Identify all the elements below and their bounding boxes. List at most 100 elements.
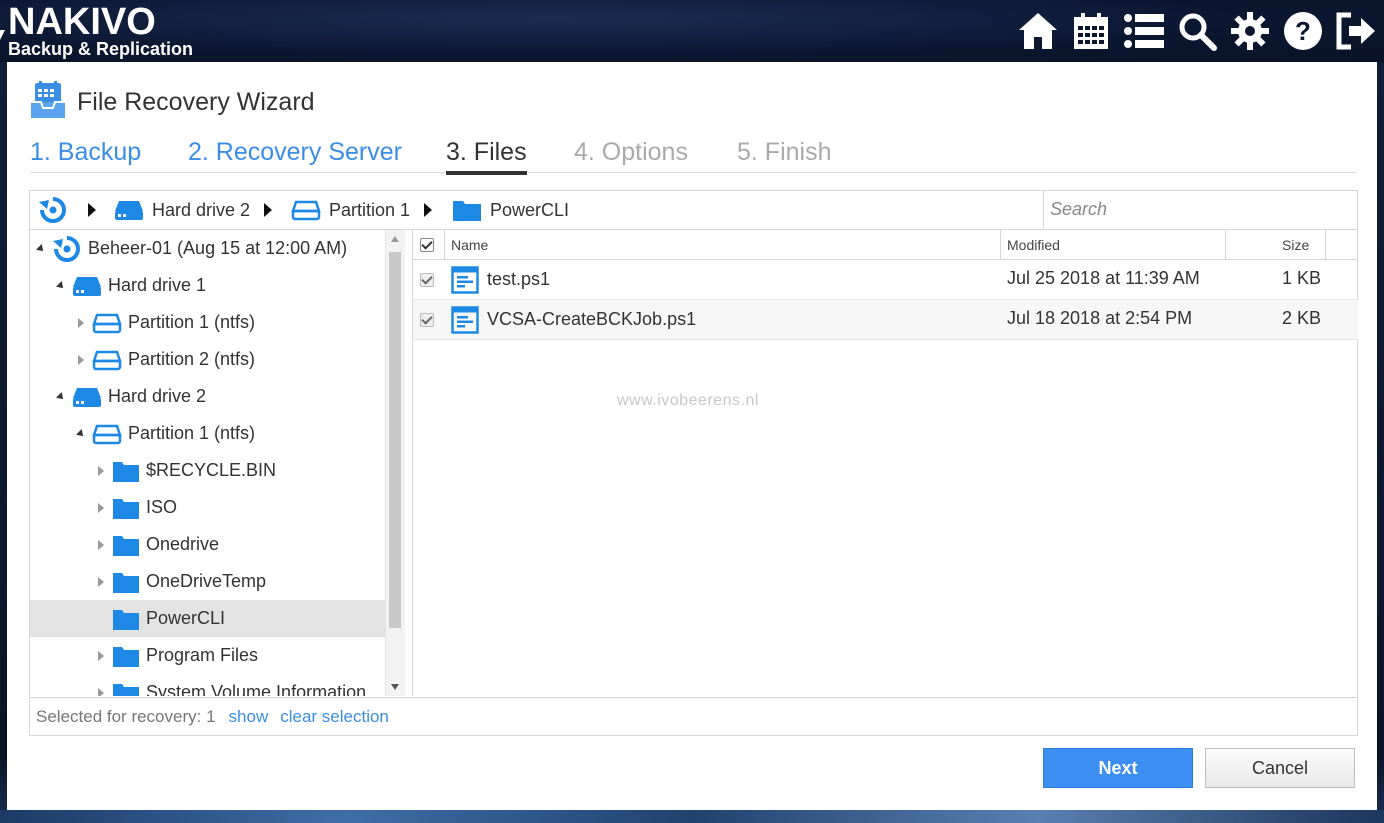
tree-node[interactable]: System Volume Information (30, 674, 385, 696)
expand-arrow-icon[interactable] (76, 354, 86, 365)
tree-node[interactable]: OneDriveTemp (30, 563, 385, 600)
collapse-arrow-icon[interactable] (56, 280, 66, 291)
scroll-thumb[interactable] (389, 252, 401, 628)
file-name: VCSA-CreateBCKJob.ps1 (487, 309, 697, 329)
clear-selection-link[interactable]: clear selection (280, 707, 389, 727)
top-bar: NAKIVO Backup & Replication ? (0, 0, 1384, 62)
tree-node[interactable]: Partition 2 (ntfs) (30, 341, 385, 378)
file-recovery-dialog: File Recovery Wizard 1. Backup 2. Recove… (7, 62, 1377, 810)
nakivo-logo: NAKIVO Backup & Replication (8, 1, 194, 59)
expand-arrow-icon[interactable] (96, 687, 106, 696)
collapse-arrow-icon[interactable] (56, 391, 66, 402)
collapse-arrow-icon[interactable] (76, 428, 86, 439)
file-row[interactable]: test.ps1 Jul 25 2018 at 11:39 AM 1 KB (413, 260, 1358, 300)
column-name[interactable]: Name (451, 230, 488, 259)
column-size[interactable]: Size (1282, 230, 1309, 259)
scroll-down-icon[interactable] (391, 684, 399, 690)
file-row[interactable]: VCSA-CreateBCKJob.ps1 Jul 18 2018 at 2:54… (413, 300, 1358, 340)
drive-icon (72, 274, 102, 298)
drive-icon (72, 385, 102, 409)
show-selection-link[interactable]: show (229, 707, 269, 727)
tree-node[interactable]: Partition 1 (ntfs) (30, 415, 385, 452)
wizard-header: File Recovery Wizard (29, 80, 315, 125)
breadcrumb-folder[interactable]: PowerCLI (452, 191, 569, 229)
refresh-icon[interactable] (38, 191, 68, 229)
search-icon[interactable] (1174, 8, 1219, 53)
breadcrumb-label: Partition 1 (329, 199, 411, 220)
folder-icon (112, 459, 140, 483)
file-browser: Hard drive 2 Partition 1 PowerCLI Beheer… (29, 190, 1358, 736)
breadcrumb-separator-icon (264, 203, 272, 217)
tree-node[interactable]: Program Files (30, 637, 385, 674)
breadcrumb-partition[interactable]: Partition 1 (291, 191, 410, 229)
folder-icon (453, 201, 481, 221)
file-list: Name Modified Size test.ps1 Jul 25 2018 a… (412, 230, 1358, 696)
breadcrumb-label: PowerCLI (490, 199, 570, 220)
expand-arrow-icon[interactable] (76, 317, 86, 328)
tree-node-label: Partition 1 (ntfs) (128, 312, 256, 332)
file-name: test.ps1 (487, 269, 551, 289)
folder-icon (112, 570, 140, 594)
tree-node[interactable]: Hard drive 2 (30, 378, 385, 415)
folder-icon (112, 681, 140, 696)
selection-footer: Selected for recovery: 1 show clear sele… (30, 697, 1357, 736)
svg-text:?: ? (1295, 16, 1311, 46)
scroll-up-icon[interactable] (391, 236, 399, 242)
tree-node-label: $RECYCLE.BIN (146, 460, 277, 480)
background-strip (0, 810, 1384, 823)
gear-icon[interactable] (1227, 8, 1272, 53)
tree-node-label: Hard drive 2 (108, 386, 207, 406)
expand-arrow-icon[interactable] (96, 539, 106, 550)
tree-node[interactable]: PowerCLI (30, 600, 385, 637)
partition-icon (92, 422, 122, 446)
calendar-icon[interactable] (1068, 8, 1113, 53)
search-input[interactable] (1043, 191, 1357, 228)
partition-icon (92, 348, 122, 372)
tree-node-label: ISO (146, 497, 178, 517)
file-size: 2 KB (1282, 308, 1322, 328)
column-modified[interactable]: Modified (1007, 230, 1060, 259)
breadcrumb: Hard drive 2 Partition 1 PowerCLI (30, 191, 1357, 230)
logout-icon[interactable] (1333, 8, 1378, 53)
tree-node[interactable]: Onedrive (30, 526, 385, 563)
script-file-icon (451, 265, 479, 294)
tree-node[interactable]: Partition 1 (ntfs) (30, 304, 385, 341)
file-list-header: Name Modified Size (413, 230, 1358, 260)
expand-arrow-icon[interactable] (96, 465, 106, 476)
drive-icon (115, 201, 143, 220)
cancel-button[interactable]: Cancel (1205, 748, 1355, 788)
logo-subtitle: Backup & Replication (8, 39, 194, 59)
breadcrumb-separator-icon (88, 203, 96, 217)
tree-node[interactable]: ISO (30, 489, 385, 526)
logo-name: NAKIVO (8, 1, 156, 43)
breadcrumb-separator-icon (424, 203, 432, 217)
folder-icon (112, 644, 140, 668)
list-icon[interactable] (1121, 8, 1166, 53)
file-size: 1 KB (1282, 268, 1322, 288)
help-icon[interactable]: ? (1280, 8, 1325, 53)
partition-icon (92, 311, 122, 335)
next-button[interactable]: Next (1043, 748, 1193, 788)
folder-icon (112, 533, 140, 557)
backup-icon (52, 234, 82, 264)
collapse-arrow-icon[interactable] (36, 243, 46, 254)
step-recovery-server[interactable]: 2. Recovery Server (188, 138, 402, 167)
tree-scrollbar[interactable] (385, 230, 405, 696)
expand-arrow-icon[interactable] (96, 650, 106, 661)
breadcrumb-hard-drive[interactable]: Hard drive 2 (114, 191, 250, 229)
home-icon[interactable] (1015, 8, 1060, 53)
tree-node[interactable]: Hard drive 1 (30, 267, 385, 304)
script-file-icon (451, 305, 479, 334)
tree-node[interactable]: Beheer-01 (Aug 15 at 12:00 AM) (30, 230, 385, 267)
partition-icon (291, 200, 321, 221)
step-finish: 5. Finish (737, 138, 832, 166)
expand-arrow-icon[interactable] (96, 576, 106, 587)
tree-node[interactable]: $RECYCLE.BIN (30, 452, 385, 489)
file-checkbox[interactable] (420, 312, 434, 327)
select-all-checkbox[interactable] (420, 237, 434, 252)
expand-arrow-icon[interactable] (96, 502, 106, 513)
folder-tree: Beheer-01 (Aug 15 at 12:00 AM) Hard drive… (30, 230, 385, 696)
file-checkbox[interactable] (420, 272, 434, 287)
step-backup[interactable]: 1. Backup (30, 138, 141, 167)
tree-node-label: Partition 1 (ntfs) (128, 423, 256, 443)
